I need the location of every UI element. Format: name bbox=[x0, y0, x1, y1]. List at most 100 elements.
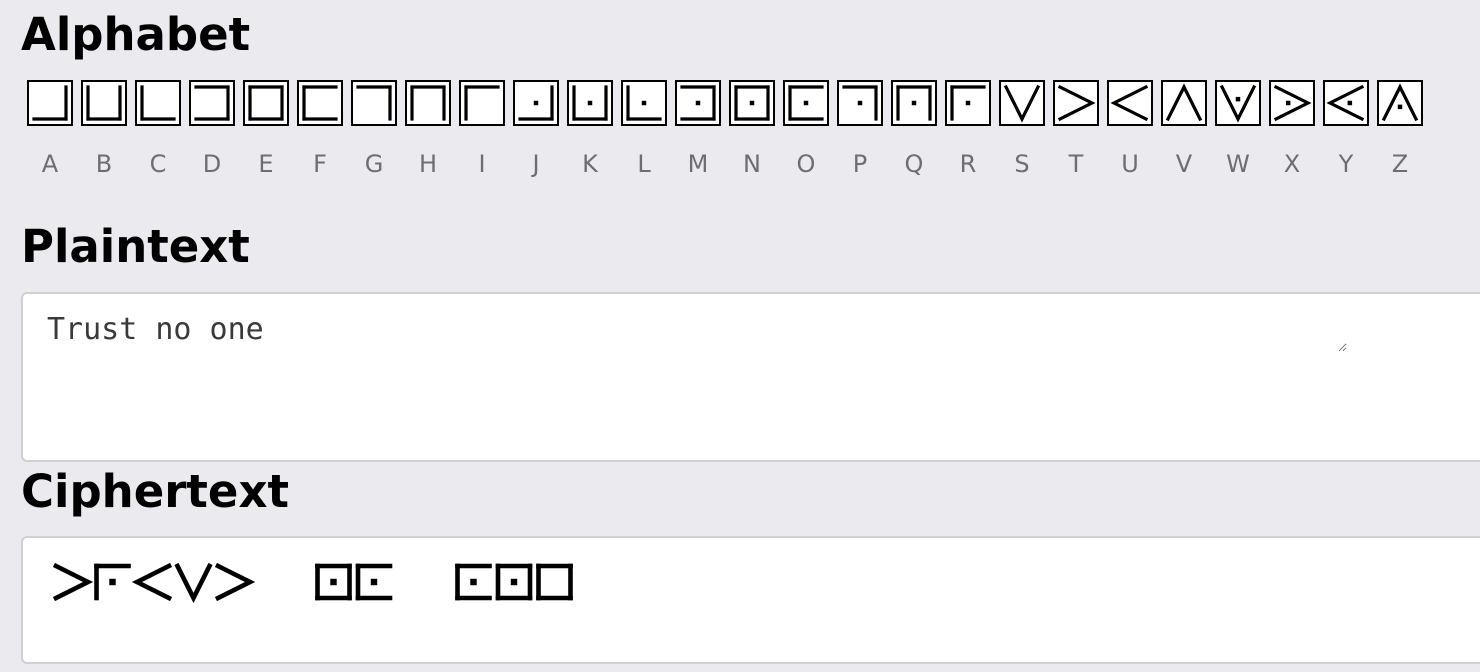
alphabet-glyph-box bbox=[297, 80, 343, 126]
pigpen-glyph-icon bbox=[464, 85, 500, 121]
pigpen-glyph-icon bbox=[680, 85, 716, 121]
alphabet-letter-label: K bbox=[582, 150, 598, 178]
alphabet-glyph-box bbox=[189, 80, 235, 126]
alphabet-glyph-box bbox=[81, 80, 127, 126]
alphabet-letter-label: Q bbox=[904, 150, 924, 178]
pigpen-glyph-icon bbox=[131, 562, 173, 602]
pigpen-glyph-icon bbox=[174, 562, 213, 604]
pigpen-glyph-icon bbox=[355, 563, 393, 601]
pigpen-glyph-icon bbox=[734, 85, 770, 121]
alphabet-heading: Alphabet bbox=[21, 8, 251, 61]
alphabet-glyph-box bbox=[999, 80, 1045, 126]
alphabet-glyph-box bbox=[1377, 80, 1423, 126]
pigpen-glyph-icon bbox=[1219, 84, 1257, 123]
alphabet-letter-label: I bbox=[478, 150, 486, 178]
pigpen-glyph-icon bbox=[495, 563, 533, 601]
ciphertext-heading: Ciphertext bbox=[21, 465, 289, 518]
alphabet-glyph-box bbox=[621, 80, 667, 126]
alphabet-letter-label: B bbox=[95, 150, 113, 178]
alphabet-letter-label: S bbox=[1014, 150, 1030, 178]
alphabet-letter-label: O bbox=[796, 150, 816, 178]
pigpen-glyph-icon bbox=[455, 563, 492, 601]
alphabet-letter-label: C bbox=[149, 150, 167, 178]
alphabet-glyph-box bbox=[513, 80, 559, 126]
alphabet-cell-f: F bbox=[297, 80, 343, 180]
alphabet-glyph-box bbox=[243, 80, 289, 126]
pigpen-glyph-icon bbox=[140, 85, 176, 121]
alphabet-cell-s: S bbox=[999, 80, 1045, 180]
pigpen-glyph-icon bbox=[1273, 84, 1312, 122]
alphabet-cell-u: U bbox=[1107, 80, 1153, 180]
ciphertext-box bbox=[21, 536, 1480, 664]
alphabet-cell-c: C bbox=[135, 80, 181, 180]
alphabet-glyph-box bbox=[405, 80, 451, 126]
alphabet-cell-n: N bbox=[729, 80, 775, 180]
alphabet-cell-j: J bbox=[513, 80, 559, 180]
pigpen-glyph-icon bbox=[536, 563, 573, 601]
plaintext-input[interactable] bbox=[47, 312, 1347, 352]
pigpen-glyph-icon bbox=[788, 85, 824, 121]
alphabet-cell-a: A bbox=[27, 80, 73, 180]
pigpen-glyph-icon bbox=[410, 85, 446, 121]
alphabet-cell-q: Q bbox=[891, 80, 937, 180]
alphabet-letter-label: D bbox=[202, 150, 222, 178]
alphabet-cell-e: E bbox=[243, 80, 289, 180]
alphabet-letter-label: T bbox=[1068, 150, 1084, 178]
pigpen-glyph-icon bbox=[1381, 83, 1419, 122]
alphabet-cell-p: P bbox=[837, 80, 883, 180]
pigpen-glyph-icon bbox=[356, 85, 392, 121]
alphabet-glyph-box bbox=[1107, 80, 1153, 126]
pigpen-glyph-icon bbox=[1165, 83, 1203, 122]
alphabet-glyph-box bbox=[135, 80, 181, 126]
pigpen-glyph-icon bbox=[572, 85, 608, 121]
pigpen-glyph-icon bbox=[248, 85, 284, 121]
pigpen-glyph-icon bbox=[32, 85, 68, 121]
alphabet-letter-label: H bbox=[418, 150, 438, 178]
alphabet-letter-label: V bbox=[1175, 150, 1193, 178]
pigpen-glyph-icon bbox=[302, 85, 338, 121]
pigpen-glyph-icon bbox=[1326, 84, 1365, 122]
alphabet-letter-label: F bbox=[313, 150, 327, 178]
alphabet-cell-d: D bbox=[189, 80, 235, 180]
alphabet-glyph-box bbox=[351, 80, 397, 126]
alphabet-letter-label: P bbox=[852, 150, 868, 178]
alphabet-letter-label: M bbox=[687, 150, 709, 178]
pigpen-glyph-icon bbox=[52, 562, 94, 602]
alphabet-letter-label: G bbox=[364, 150, 384, 178]
plaintext-box[interactable] bbox=[21, 292, 1480, 462]
alphabet-glyph-box bbox=[1161, 80, 1207, 126]
alphabet-letter-label: U bbox=[1121, 150, 1139, 178]
pigpen-glyph-icon bbox=[1273, 84, 1312, 122]
pigpen-glyph-icon bbox=[518, 85, 554, 121]
alphabet-glyph-box bbox=[27, 80, 73, 126]
pigpen-glyph-icon bbox=[315, 563, 352, 601]
pigpen-glyph-icon bbox=[572, 85, 608, 121]
alphabet-letter-label: Z bbox=[1391, 150, 1409, 178]
alphabet-letter-label: E bbox=[258, 150, 274, 178]
pigpen-glyph-icon bbox=[896, 85, 932, 121]
pigpen-glyph-icon bbox=[626, 85, 662, 121]
ciphertext-glyphs bbox=[52, 562, 573, 604]
alphabet-letter-label: W bbox=[1226, 150, 1250, 178]
alphabet-cell-x: X bbox=[1269, 80, 1315, 180]
alphabet-cell-t: T bbox=[1053, 80, 1099, 180]
alphabet-cell-g: G bbox=[351, 80, 397, 180]
pigpen-glyph-icon bbox=[140, 85, 176, 121]
pigpen-glyph-icon bbox=[302, 85, 338, 121]
alphabet-letter-label: J bbox=[532, 150, 540, 178]
pigpen-glyph-icon bbox=[248, 85, 284, 121]
pigpen-glyph-icon bbox=[214, 562, 256, 602]
pigpen-cipher-page: Alphabet A B C D E F G H I J K L M N O P Q R S T U V W X Y Z Plai… bbox=[0, 0, 1480, 672]
pigpen-glyph-icon bbox=[950, 85, 986, 121]
pigpen-glyph-icon bbox=[950, 85, 986, 121]
pigpen-glyph-icon bbox=[896, 85, 932, 121]
alphabet-cell-h: H bbox=[405, 80, 451, 180]
alphabet-glyph-box bbox=[567, 80, 613, 126]
alphabet-glyph-box bbox=[891, 80, 937, 126]
alphabet-glyph-box bbox=[675, 80, 721, 126]
pigpen-glyph-icon bbox=[356, 85, 392, 121]
alphabet-cell-v: V bbox=[1161, 80, 1207, 180]
alphabet-letter-label: R bbox=[959, 150, 977, 178]
alphabet-cell-r: R bbox=[945, 80, 991, 180]
pigpen-glyph-icon bbox=[1326, 84, 1365, 122]
